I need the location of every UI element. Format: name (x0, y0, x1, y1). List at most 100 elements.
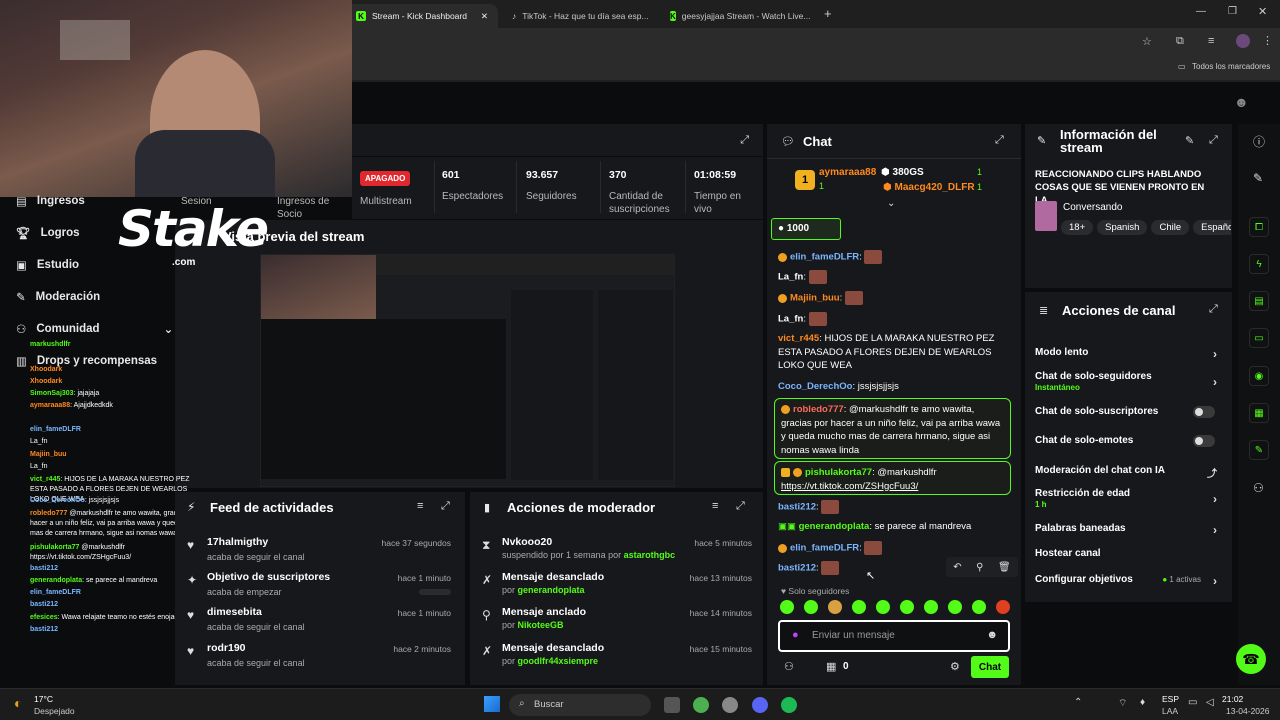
broadcast-icon[interactable]: ◉ (1249, 366, 1269, 386)
edit-icon[interactable]: ✎ (1185, 134, 1194, 147)
minimize-button[interactable]: — (1196, 6, 1206, 17)
nav-moderacion[interactable]: ✎ Moderación (16, 290, 100, 304)
wifi-icon[interactable]: ⌔ (1118, 697, 1127, 710)
star-icon[interactable]: ☆ (1142, 35, 1152, 48)
emote-icon[interactable] (780, 600, 794, 614)
edit-icon[interactable]: ✎ (1253, 171, 1263, 185)
emote-icon[interactable] (972, 600, 986, 614)
setting-age-restriction[interactable]: Restricción de edad 1 h › (1035, 488, 1225, 512)
send-chat-button[interactable]: Chat (971, 656, 1009, 678)
expand-icon[interactable]: ⤢ (736, 500, 745, 513)
tag[interactable]: Spanish (1097, 220, 1148, 235)
multistream-label[interactable]: Multistream (360, 195, 412, 208)
emote-icon[interactable] (828, 600, 842, 614)
nav-comunidad[interactable]: ⚇ Comunidad ⌄ (16, 322, 173, 336)
extensions-icon[interactable]: ⧉ (1176, 35, 1184, 48)
setting-slow-mode[interactable]: Modo lento › (1035, 347, 1225, 363)
expand-icon[interactable]: ⤢ (740, 134, 749, 147)
tab-geesy-stream[interactable]: K geesyjajjaa Stream - Watch Live... (660, 4, 820, 28)
weather-temp[interactable]: 17°C (34, 694, 53, 704)
wrench-icon: ✎ (16, 292, 26, 304)
expand-icon[interactable]: ⤢ (1209, 134, 1218, 147)
nav-estudio[interactable]: ▣ Estudio (16, 258, 79, 272)
maximize-button[interactable]: ❐ (1228, 6, 1237, 17)
close-window-button[interactable]: ✕ (1258, 5, 1267, 18)
obs-icon[interactable] (722, 697, 738, 713)
emote-icon[interactable] (996, 600, 1010, 614)
emote-icon[interactable] (804, 600, 818, 614)
undo-icon[interactable]: ↶ (953, 562, 961, 573)
nav-ingresos[interactable]: ▤ Ingresos (16, 194, 85, 208)
expand-icon[interactable]: ⤢ (1209, 303, 1218, 316)
setting-goals[interactable]: Configurar objetivos ● 1 activas › (1035, 574, 1225, 590)
top-gifter-user[interactable]: aymaraaa88 (819, 167, 876, 178)
gift-box-icon[interactable]: ▦ (826, 660, 836, 673)
setting-emotes-only[interactable]: Chat de solo-emotes (1035, 435, 1225, 451)
support-button[interactable]: ☎ (1236, 644, 1266, 674)
tab-kick-dashboard[interactable]: K Stream - Kick Dashboard ✕ (346, 4, 498, 28)
user-avatar-icon[interactable]: ☻ (1234, 94, 1249, 110)
display-icon[interactable]: ▭ (1188, 697, 1197, 708)
chrome-icon[interactable] (693, 697, 709, 713)
tag[interactable]: Chile (1151, 220, 1190, 235)
setting-followers-only[interactable]: Chat de solo-seguidores Instantáneo › (1035, 371, 1225, 395)
collapse-icon[interactable]: ⌄ (887, 198, 895, 209)
emote-icon[interactable] (948, 600, 962, 614)
spotify-icon[interactable] (781, 697, 797, 713)
discord-icon[interactable] (752, 697, 768, 713)
task-view-icon[interactable] (664, 697, 680, 713)
pin-icon[interactable]: ⚲ (976, 562, 983, 573)
profile-avatar[interactable] (1236, 34, 1250, 48)
bolt-icon[interactable]: ϟ (1249, 254, 1269, 274)
close-icon[interactable]: ✕ (481, 11, 488, 22)
filter-icon[interactable]: ≡ (417, 500, 423, 512)
filter-icon[interactable]: ≡ (712, 500, 718, 512)
start-icon[interactable] (484, 696, 500, 712)
emote-icon[interactable] (876, 600, 890, 614)
toggle-switch[interactable] (1193, 435, 1215, 447)
language-indicator[interactable]: ESP (1162, 694, 1179, 704)
expand-icon[interactable]: ⤢ (441, 500, 450, 513)
trash-icon[interactable]: 🗑︎ (998, 562, 1011, 573)
nav-logros[interactable]: 🏆︎ Logros (16, 226, 80, 240)
setting-banned-words[interactable]: Palabras baneadas › (1035, 523, 1225, 539)
toggle-switch[interactable] (1193, 406, 1215, 418)
chat-bubble-icon[interactable]: ▭ (1249, 328, 1269, 348)
stream-info-panel: ✎ Información del stream ✎ ⤢ REACCIONAND… (1025, 124, 1232, 288)
screen-icon[interactable]: ⧠ (1249, 217, 1269, 237)
new-tab-button[interactable]: + (824, 6, 832, 21)
tab-tiktok[interactable]: ♪ TikTok - Haz que tu día sea esp... (502, 4, 654, 28)
kicks-pinned[interactable]: ● 1000 (771, 218, 841, 240)
setting-host-channel[interactable]: Hostear canal (1035, 548, 1225, 564)
emote-icon[interactable] (852, 600, 866, 614)
tag[interactable]: Españo (1193, 220, 1231, 235)
info-icon[interactable]: ⓘ (1253, 133, 1265, 150)
media-icon[interactable]: ≡ (1208, 35, 1214, 47)
speaker-icon[interactable]: ◁ (1206, 697, 1214, 708)
document-icon[interactable]: ▤ (1249, 291, 1269, 311)
expand-icon[interactable]: ⤢ (995, 134, 1004, 147)
emote-icon[interactable] (924, 600, 938, 614)
gifter2[interactable]: ⬢ Maacg420_DLFR (883, 182, 975, 193)
setting-ai-moderation[interactable]: Moderación del chat con IA ⤴ (1035, 465, 1225, 481)
stream-preview-video[interactable] (260, 254, 675, 487)
clock-time[interactable]: 21:02 (1222, 694, 1243, 704)
external-link-icon: ⤴ (1207, 469, 1217, 480)
search-box[interactable]: ⌕ Buscar (509, 694, 651, 716)
emote-icon[interactable] (900, 600, 914, 614)
wrench-icon[interactable]: ✎ (1249, 440, 1269, 460)
chat-link[interactable]: https://vt.tiktok.com/ZSHgcFuu3/ (781, 481, 918, 492)
chevron-up-icon[interactable]: ⌃ (1074, 697, 1082, 708)
panel-icon[interactable]: ▦ (1249, 403, 1269, 423)
community-icon[interactable]: ⚇ (1253, 481, 1264, 495)
setting-subs-only[interactable]: Chat de solo-suscriptores (1035, 406, 1225, 422)
gear-icon[interactable]: ⚙ (950, 660, 960, 673)
all-bookmarks-link[interactable]: Todos los marcadores (1192, 62, 1270, 71)
chat-title: Chat (803, 134, 832, 149)
chat-input[interactable]: ● Enviar un mensaje ☻ (778, 620, 1010, 652)
users-icon[interactable]: ⚇ (784, 660, 794, 673)
menu-icon[interactable]: ⋮ (1262, 34, 1273, 47)
tag[interactable]: 18+ (1061, 220, 1094, 235)
mic-icon[interactable]: ♦ (1140, 697, 1145, 708)
emoji-icon[interactable]: ☻ (986, 629, 998, 641)
